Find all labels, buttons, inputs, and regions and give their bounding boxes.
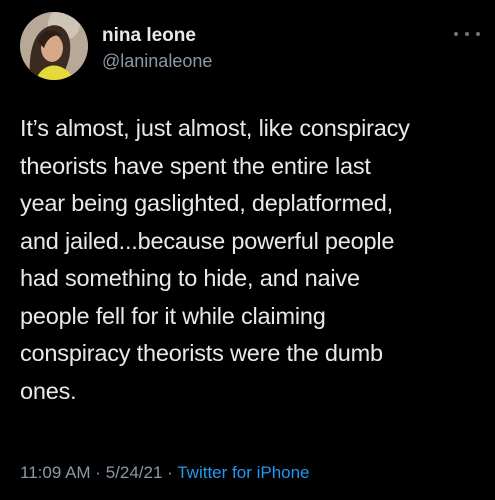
tweet-source-link[interactable]: Twitter for iPhone bbox=[177, 463, 309, 482]
author-names: nina leone @laninaleone bbox=[102, 24, 212, 73]
tweet-text-line: had something to hide, and naive bbox=[20, 265, 360, 291]
tweet-date[interactable]: 5/24/21 bbox=[106, 463, 163, 482]
dot bbox=[476, 32, 480, 36]
user-handle[interactable]: @laninaleone bbox=[102, 49, 212, 73]
tweet-text-line: ones. bbox=[20, 377, 77, 404]
tweet-text: It’s almost, just almost, like conspirac… bbox=[20, 110, 485, 410]
dot bbox=[454, 32, 458, 36]
meta-separator: · bbox=[90, 463, 106, 482]
more-options-icon[interactable] bbox=[454, 26, 480, 42]
dot bbox=[465, 32, 469, 36]
profile-photo-icon bbox=[20, 12, 88, 80]
tweet-text-line: It’s almost, just almost, like conspirac… bbox=[20, 115, 410, 141]
tweet-text-line: and jailed...because powerful people bbox=[20, 227, 395, 254]
meta-separator: · bbox=[162, 463, 178, 482]
tweet-card: nina leone @laninaleone It’s almost, jus… bbox=[0, 0, 495, 500]
avatar[interactable] bbox=[20, 12, 88, 80]
tweet-meta: 11:09 AM · 5/24/21 · Twitter for iPhone bbox=[20, 462, 310, 484]
tweet-text-line: people fell for it while claiming bbox=[20, 302, 326, 329]
tweet-time[interactable]: 11:09 AM bbox=[20, 463, 91, 482]
tweet-text-line: year being gaslighted, deplatformed, bbox=[20, 190, 393, 216]
tweet-header: nina leone @laninaleone bbox=[20, 12, 480, 84]
tweet-text-line: conspiracy theorists were the dumb bbox=[20, 340, 383, 366]
tweet-text-line: theorists have spent the entire last bbox=[20, 152, 371, 179]
display-name[interactable]: nina leone bbox=[102, 24, 212, 48]
